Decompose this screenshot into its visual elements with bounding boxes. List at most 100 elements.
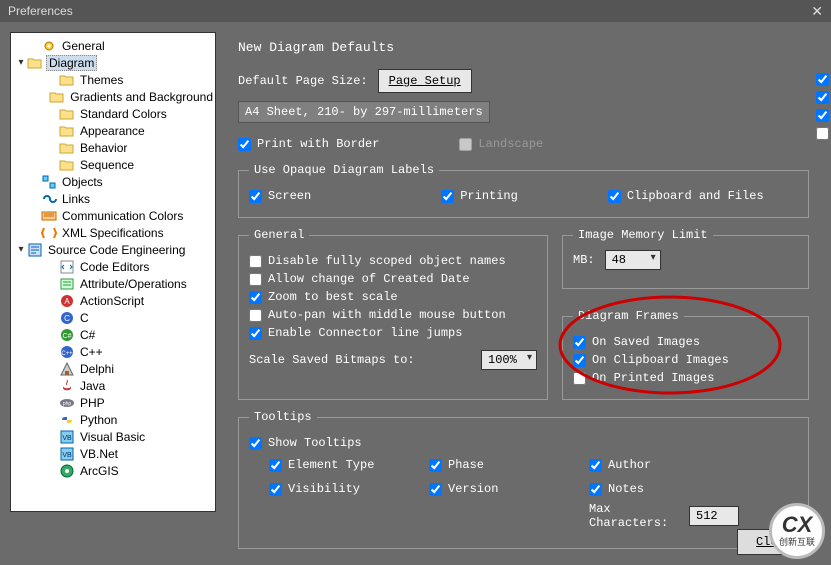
tt-phase-checkbox[interactable]: Phase	[429, 458, 579, 472]
folder-icon	[59, 157, 75, 173]
tree-item-label: Delphi	[78, 362, 116, 376]
tree-item[interactable]: Java	[11, 377, 215, 394]
mb-select[interactable]: 48	[605, 250, 661, 270]
opaque-labels-group: Use Opaque Diagram Labels Screen Printin…	[238, 163, 809, 218]
close-icon[interactable]: ✕	[811, 0, 823, 22]
max-chars-input[interactable]	[689, 506, 739, 526]
frames-saved-checkbox[interactable]: On Saved Images	[573, 335, 798, 349]
nav-tree[interactable]: General ▾ Diagram ThemesGradients and Backg…	[10, 32, 216, 512]
connector-jumps-checkbox[interactable]: Enable Connector line jumps	[249, 326, 537, 340]
tree-item[interactable]: XML Specifications	[11, 224, 215, 241]
folder-icon	[59, 106, 75, 122]
tree-item-label: Standard Colors	[78, 107, 169, 121]
tree-item[interactable]: Delphi	[11, 360, 215, 377]
page-setup-button[interactable]: Page Setup	[378, 69, 472, 93]
frames-printed-checkbox[interactable]: On Printed Images	[573, 371, 798, 385]
c-icon: C	[59, 310, 75, 326]
show-protected-checkbox[interactable]: Show Protected Features	[816, 90, 831, 104]
scoped-names-checkbox[interactable]: Disable fully scoped object names	[249, 254, 537, 268]
opaque-printing-checkbox[interactable]: Printing	[441, 189, 518, 203]
tree-item[interactable]: Python	[11, 411, 215, 428]
scale-bitmaps-select[interactable]: 100%	[481, 350, 537, 370]
tooltips-group: Tooltips Show Tooltips Element Type Phas…	[238, 410, 809, 549]
tree-item-label: Diagram	[46, 55, 97, 71]
tree-item[interactable]: Behavior	[11, 139, 215, 156]
tree-item[interactable]: Themes	[11, 71, 215, 88]
tree-item[interactable]: Links	[11, 190, 215, 207]
tree-item-label: PHP	[78, 396, 107, 410]
tree-item[interactable]: ArcGIS	[11, 462, 215, 479]
vb-icon: VB	[59, 446, 75, 462]
tt-version-checkbox[interactable]: Version	[429, 482, 579, 496]
svg-text:C++: C++	[61, 351, 73, 357]
opaque-screen-checkbox[interactable]: Screen	[249, 189, 311, 203]
show-notes-checkbox[interactable]: Show Diagram Notes	[816, 126, 831, 140]
tt-element-type-checkbox[interactable]: Element Type	[269, 458, 419, 472]
expand-icon[interactable]: ▾	[15, 57, 27, 68]
created-date-checkbox[interactable]: Allow change of Created Date	[249, 272, 537, 286]
objects-icon	[41, 174, 57, 190]
tt-notes-checkbox[interactable]: Notes	[589, 482, 739, 496]
tree-item[interactable]: C++C++	[11, 343, 215, 360]
tree-item[interactable]: Code Editors	[11, 258, 215, 275]
tree-item-label: Objects	[60, 175, 105, 189]
tt-author-checkbox[interactable]: Author	[589, 458, 739, 472]
autopan-checkbox[interactable]: Auto-pan with middle mouse button	[249, 308, 537, 322]
tt-visibility-checkbox[interactable]: Visibility	[269, 482, 419, 496]
opaque-clipboard-checkbox[interactable]: Clipboard and Files	[608, 189, 764, 203]
php-icon: php	[59, 395, 75, 411]
show-private-checkbox[interactable]: Show Private Features	[816, 108, 831, 122]
java-icon	[59, 378, 75, 394]
tree-item[interactable]: Appearance	[11, 122, 215, 139]
folder-icon	[27, 55, 43, 71]
gis-icon	[59, 463, 75, 479]
tree-item[interactable]: Standard Colors	[11, 105, 215, 122]
tree-item[interactable]: AActionScript	[11, 292, 215, 309]
tree-item-label: Attribute/Operations	[78, 277, 189, 291]
tree-item[interactable]: CC	[11, 309, 215, 326]
tree-item[interactable]: C# C#	[11, 326, 215, 343]
tree-item-label: XML Specifications	[60, 226, 166, 240]
tree-item-label: Code Editors	[78, 260, 151, 274]
tree-item[interactable]: phpPHP	[11, 394, 215, 411]
tree-item[interactable]: VBVB.Net	[11, 445, 215, 462]
tree-item[interactable]: Gradients and Background	[11, 88, 215, 105]
general-group: General Disable fully scoped object name…	[238, 228, 548, 400]
max-chars-label: Max Characters:	[589, 502, 683, 530]
print-border-checkbox[interactable]: Print with Border	[238, 137, 379, 151]
tree-item-label: Themes	[78, 73, 125, 87]
xml-icon	[41, 225, 57, 241]
title-bar: Preferences ✕	[0, 0, 831, 22]
tree-item[interactable]: VBVisual Basic	[11, 428, 215, 445]
tree-item[interactable]: ▾Source Code Engineering	[11, 241, 215, 258]
page-size-label: Default Page Size:	[238, 74, 368, 88]
panel-title: New Diagram Defaults	[238, 40, 809, 55]
expand-icon[interactable]: ▾	[15, 244, 27, 255]
tree-item-label: Java	[78, 379, 107, 393]
tree-item[interactable]: Objects	[11, 173, 215, 190]
zoom-checkbox[interactable]: Zoom to best scale	[249, 290, 537, 304]
tree-item[interactable]: Attribute/Operations	[11, 275, 215, 292]
tree-item-label: Visual Basic	[78, 430, 147, 444]
tree-item[interactable]: Sequence	[11, 156, 215, 173]
tree-item-label: Python	[78, 413, 119, 427]
tree-item[interactable]: Communication Colors	[11, 207, 215, 224]
show-public-checkbox[interactable]: Show Public Features	[816, 72, 831, 86]
tree-item-label: Sequence	[78, 158, 136, 172]
frames-clipboard-checkbox[interactable]: On Clipboard Images	[573, 353, 798, 367]
code-icon	[59, 259, 75, 275]
watermark: CX 创新互联	[769, 503, 825, 559]
tree-item[interactable]: ▾ Diagram	[11, 54, 215, 71]
show-tooltips-checkbox[interactable]: Show Tooltips	[249, 436, 798, 450]
links-icon	[41, 191, 57, 207]
features-group: Show Public Features Show Protected Feat…	[816, 68, 831, 144]
folder-icon	[49, 89, 65, 105]
comm-icon	[41, 208, 57, 224]
svg-text:C: C	[64, 314, 70, 323]
tree-item[interactable]: General	[11, 37, 215, 54]
folder-icon	[59, 72, 75, 88]
tree-item-label: ArcGIS	[78, 464, 121, 478]
tree-item-label: C#	[78, 328, 97, 342]
svg-text:C#: C#	[63, 333, 72, 340]
cs-icon: C#	[59, 327, 75, 343]
